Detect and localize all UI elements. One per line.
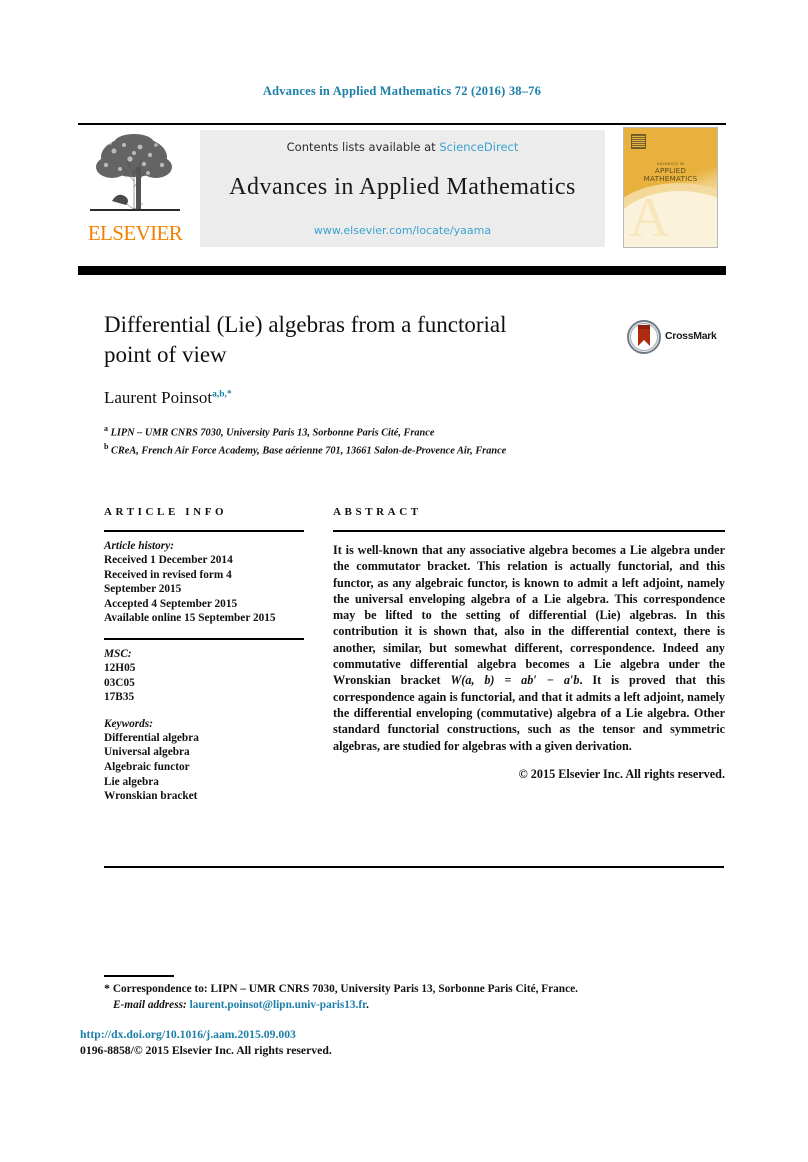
email-period: . [366,999,369,1011]
affiliation-b-text: CReA, French Air Force Academy, Base aér… [111,445,507,457]
correspondence-text: Correspondence to: LIPN – UMR CNRS 7030,… [112,983,578,995]
msc-code: 03C05 [104,676,135,689]
affiliation-b-mark: b [104,441,109,451]
footnote-separator-rule [104,975,174,977]
author-affiliation-marks: a,b,* [212,389,232,400]
masthead-black-bar [78,266,726,275]
correspondence-star: * [104,981,110,995]
history-item: September 2015 [104,583,182,596]
cover-journal-name: APPLIED MATHEMATICS [624,167,717,183]
keyword-item: Universal algebra [104,746,190,759]
abstract-formula: W(a, b) = ab′ − a′b [450,673,580,688]
crossmark-badge[interactable]: CrossMark [627,320,723,354]
keyword-item: Lie algebra [104,775,159,788]
journal-title: Advances in Applied Mathematics [229,174,576,200]
crossmark-label: CrossMark [665,330,717,342]
journal-article-page: Advances in Applied Mathematics 72 (2016… [0,0,808,1162]
abstract-copyright: © 2015 Elsevier Inc. All rights reserved… [518,766,725,781]
keywords-label: Keywords: [104,717,153,730]
elsevier-logo: ELSEVIER [80,129,190,247]
abstract-heading: ABSTRACT [333,506,422,518]
affiliation-a-text: LIPN – UMR CNRS 7030, University Paris 1… [110,427,435,439]
article-history-label: Article history: [104,540,174,552]
doi-link[interactable]: http://dx.doi.org/10.1016/j.aam.2015.09.… [80,1028,296,1041]
email-line: E-mail address: laurent.poinsot@lipn.uni… [104,997,724,1013]
article-info-column: ARTICLE INFO Article history: Received 1… [104,506,304,804]
affiliation-a-mark: a [104,424,108,433]
issn-copyright-line: 0196-8858/© 2015 Elsevier Inc. All right… [80,1044,332,1057]
abstract-rule [333,530,725,532]
msc-code: 17B35 [104,691,135,704]
journal-masthead: ELSEVIER Contents lists available at Sci… [78,123,726,275]
msc-label: MSC: [104,647,132,660]
sciencedirect-link[interactable]: ScienceDirect [439,140,518,154]
journal-url-link[interactable]: www.elsevier.com/locate/yaama [200,224,605,237]
author-line: Laurent Poinsota,b,* [104,388,232,408]
title-line-2: point of view [104,342,227,367]
keyword-item: Algebraic functor [104,760,190,773]
abstract-part-1: It is well-known that any associative al… [333,543,725,688]
history-item: Received 1 December 2014 [104,554,233,566]
email-label: E-mail address: [113,999,187,1011]
journal-cover-thumbnail: A ADVANCES IN APPLIED MATHEMATICS [623,127,718,248]
history-item: Available online 15 September 2015 [104,612,276,625]
correspondence-line: * Correspondence to: LIPN – UMR CNRS 703… [104,980,724,997]
crossmark-icon [627,320,661,354]
cover-name-line2: MATHEMATICS [643,174,698,183]
keyword-item: Differential algebra [104,731,199,744]
affiliations-block: a LIPN – UMR CNRS 7030, University Paris… [104,422,624,458]
page-title: Differential (Lie) algebras from a funct… [104,310,574,370]
masthead-top-rule [78,123,726,125]
cover-letter-a: A [629,187,670,248]
abstract-text: It is well-known that any associative al… [333,542,725,754]
history-item: Received in revised form 4 [104,568,232,581]
contents-available-line: Contents lists available at ScienceDirec… [200,140,605,154]
affiliation-b: b CReA, French Air Force Academy, Base a… [104,440,624,458]
title-line-1: Differential (Lie) algebras from a funct… [104,312,507,337]
abstract-column: ABSTRACT It is well-known that any assoc… [333,506,725,782]
contents-prefix: Contents lists available at [286,140,440,154]
footnote-block: * Correspondence to: LIPN – UMR CNRS 703… [104,980,724,1013]
email-link[interactable]: laurent.poinsot@lipn.univ-paris13.fr [190,999,367,1011]
author-name: Laurent Poinsot [104,388,213,407]
article-info-rule-1 [104,530,304,532]
running-head: Advances in Applied Mathematics 72 (2016… [262,84,542,98]
elsevier-tree-icon [84,129,186,219]
article-info-heading: ARTICLE INFO [104,506,228,518]
abstract-bottom-rule [104,866,724,868]
affiliation-a: a LIPN – UMR CNRS 7030, University Paris… [104,422,624,440]
history-item: Accepted 4 September 2015 [104,597,238,610]
journal-banner: Contents lists available at ScienceDirec… [200,130,605,247]
article-info-rule-2 [104,637,304,640]
elsevier-wordmark: ELSEVIER [87,221,183,245]
keyword-item: Wronskian bracket [104,790,198,803]
cover-stamp-icon [631,134,646,149]
msc-code: 12H05 [104,661,136,674]
